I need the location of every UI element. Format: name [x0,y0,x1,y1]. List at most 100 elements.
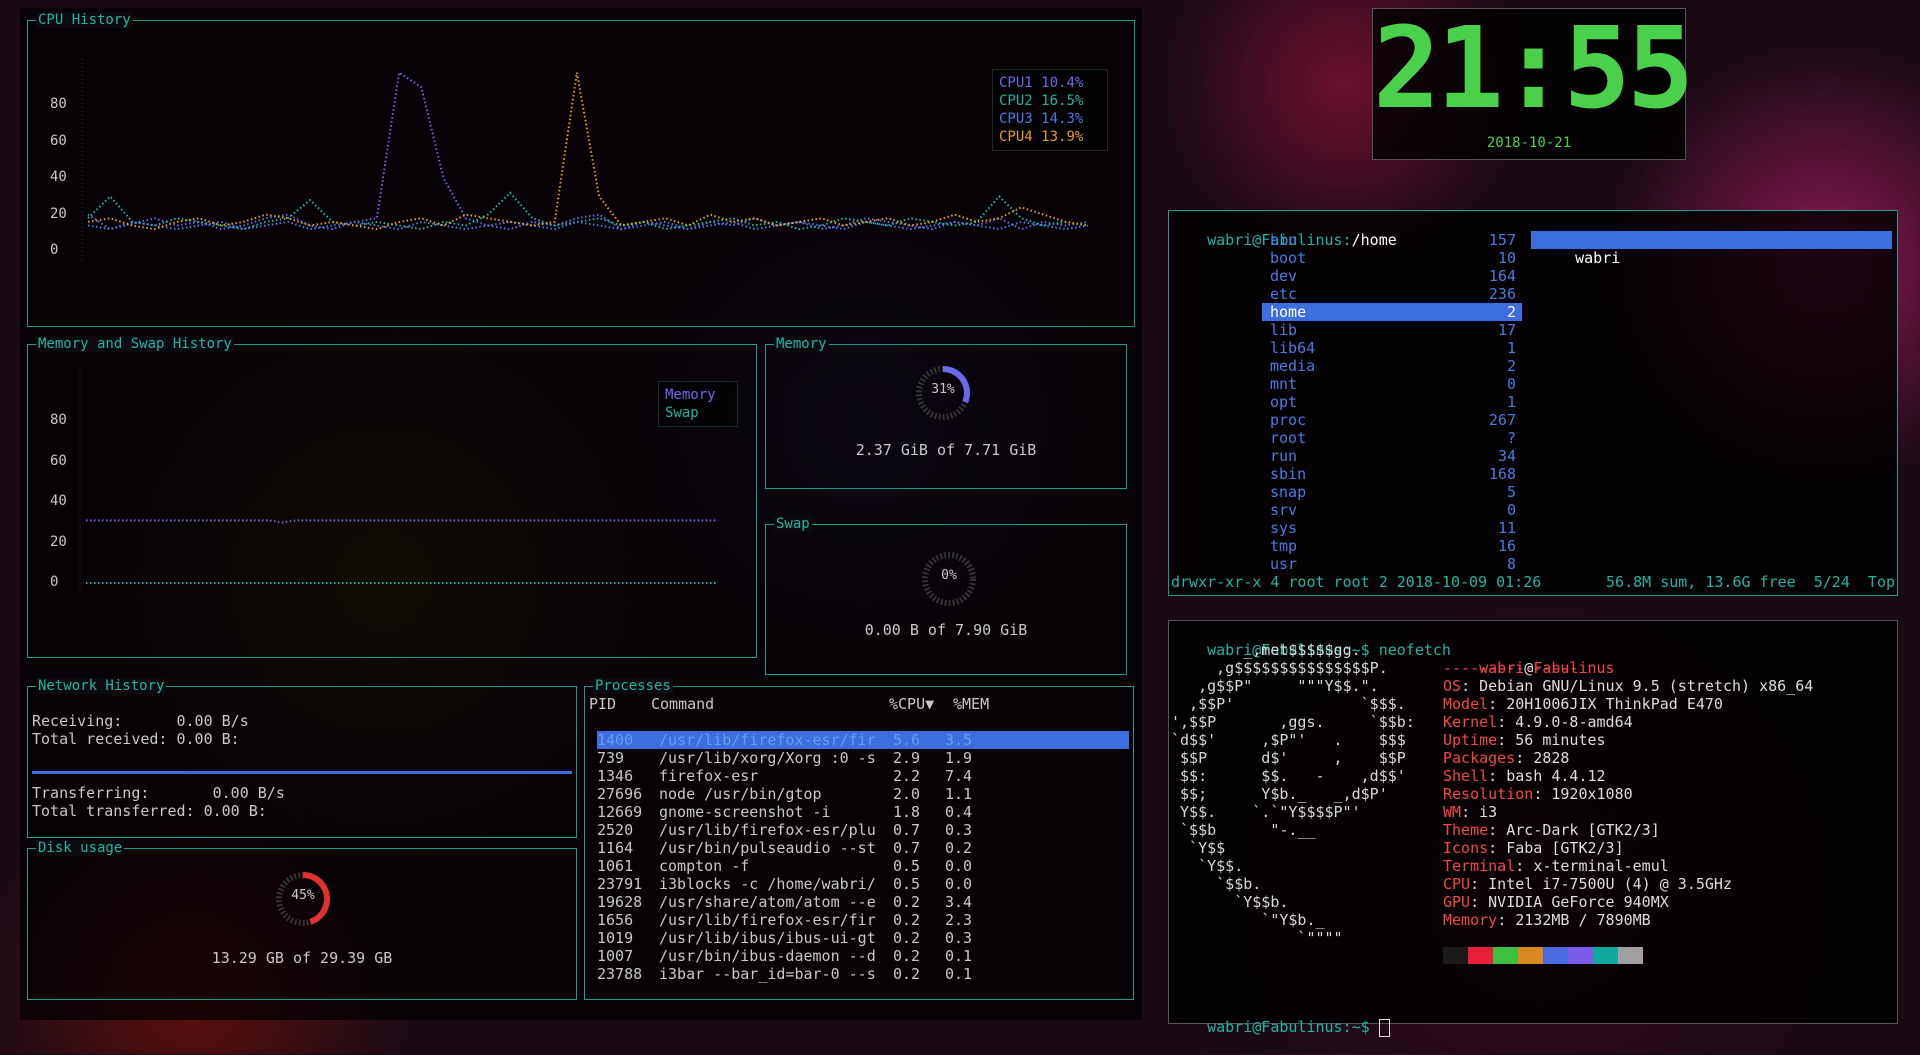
process-row[interactable]: 1400/usr/lib/firefox-esr/fir 5.6 3.5 [597,731,1129,749]
swap-detail: 0.00 B of 7.90 GiB [864,621,1028,639]
neofetch-info-colon: : [1497,911,1516,929]
process-row[interactable]: 1061 compton -f 0.5 0.0 [597,857,1129,875]
ranger-entry[interactable]: boot 10 [1262,249,1522,267]
ranger-entry-count: 164 [1488,267,1516,285]
process-mem: 0.1 [945,947,973,965]
process-mem: 0.4 [945,803,973,821]
process-pid: 23791 [597,875,643,893]
proc-header-cpu[interactable]: %CPU▼ [889,695,934,713]
ranger-entry[interactable]: run 34 [1262,447,1522,465]
ranger-entry-count: 157 [1488,231,1516,249]
ranger-entry[interactable]: bin 157 [1262,231,1522,249]
process-row[interactable]: 1007/usr/bin/ibus-daemon --d 0.2 0.1 [597,947,1129,965]
ranger-entry[interactable]: dev 164 [1262,267,1522,285]
process-row[interactable]: 2520/usr/lib/firefox-esr/plu 0.7 0.3 [597,821,1129,839]
ranger-entry[interactable]: etc 236 [1262,285,1522,303]
color-palette [1443,947,1643,964]
terminal-prompt-2: wabri@Fabulinus:~$ [1171,1000,1390,1037]
neofetch-info-row: Terminal: x-terminal-emul [1443,857,1669,875]
neofetch-info-value: 2132MB / 7890MB [1515,911,1651,929]
ranger-preview-entry[interactable]: wabri [1531,231,1892,267]
proc-header-mem[interactable]: %MEM [953,695,989,713]
process-mem: 3.4 [945,893,973,911]
process-mem: 3.5 [945,731,973,749]
proc-header-command[interactable]: Command [651,695,714,713]
process-mem: 0.0 [945,875,973,893]
ranger-path: wabri@Fabulinus:/home [1171,213,1397,249]
ranger-entry-count: 11 [1497,519,1516,537]
cpu-legend-row: CPU1 10.4% [999,74,1101,92]
process-row[interactable]: 27696 node /usr/bin/gtop 2.0 1.1 [597,785,1129,803]
process-command: /usr/lib/ibus/ibus-ui-gt [659,929,876,947]
process-row[interactable]: 1346 firefox-esr 2.2 7.4 [597,767,1129,785]
ranger-entry[interactable]: lib 17 [1262,321,1522,339]
process-cpu: 5.6 [893,731,921,749]
process-row[interactable]: 1164/usr/bin/pulseaudio --st 0.7 0.2 [597,839,1129,857]
ranger-window: wabri@Fabulinus:/home bin 157 boot 10 dev 164… [1168,210,1898,596]
process-command: /usr/bin/pulseaudio --st [659,839,876,857]
ascii-logo-line: `d$$' ,$P"' . $$$ [1171,731,1406,749]
memory-detail: 2.37 GiB of 7.71 GiB [855,441,1037,459]
ranger-entry[interactable]: media 2 [1262,357,1522,375]
ranger-entry[interactable]: srv 0 [1262,501,1522,519]
process-row[interactable]: 1656/usr/lib/firefox-esr/fir 0.2 2.3 [597,911,1129,929]
ascii-logo-line: $$; Y$b._ _,d$P' [1171,785,1388,803]
process-row[interactable]: 23791 i3blocks -c /home/wabri/0.5 0.0 [597,875,1129,893]
ranger-entry[interactable]: proc 267 [1262,411,1522,429]
process-cpu: 0.2 [893,911,921,929]
ascii-logo-line: `Y$$. [1171,857,1244,875]
neofetch-info-key: Uptime [1443,731,1498,749]
process-row[interactable]: 12669 gnome-screenshot -i 1.8 0.4 [597,803,1129,821]
swap-gauge: 0% [914,549,984,609]
ranger-entry-name: tmp [1270,537,1298,555]
ranger-entry[interactable]: snap 5 [1262,483,1522,501]
ranger-entry-name: mnt [1270,375,1298,393]
neofetch-info-colon: : [1533,785,1552,803]
process-cpu: 2.9 [893,749,921,767]
ranger-entry[interactable]: sbin 168 [1262,465,1522,483]
ranger-entry[interactable]: usr 8 [1262,555,1522,573]
terminal-window[interactable]: wabri@Fabulinus:~$ neofetch _,met$$$$$gg… [1168,620,1898,1037]
ranger-entry-name: usr [1270,555,1298,573]
process-row[interactable]: 739/usr/lib/xorg/Xorg :0 -s 2.9 1.9 [597,749,1129,767]
neofetch-info-row: Uptime: 56 minutes [1443,731,1606,749]
neofetch-info-colon: : [1488,695,1507,713]
ranger-entry-name: dev [1270,267,1298,285]
neofetch-info-row: Kernel: 4.9.0-8-amd64 [1443,713,1633,731]
net-total-transferred: Total transferred: 0.00 B: [32,802,267,820]
ranger-entry[interactable]: home 2 [1262,303,1522,321]
swap-title: Swap [774,516,812,532]
neofetch-info-key: Shell [1443,767,1489,785]
process-command: i3blocks -c /home/wabri/ [659,875,876,893]
process-pid: 1656 [597,911,634,929]
mem-legend-memory: Memory [665,387,716,403]
proc-header-pid[interactable]: PID [589,695,616,713]
process-mem: 1.9 [945,749,973,767]
ranger-entry[interactable]: sys 11 [1262,519,1522,537]
ranger-entry-count: 0 [1506,375,1516,393]
ranger-entry-name: snap [1270,483,1307,501]
memory-gauge: 31% [908,363,978,423]
neofetch-info-value: Debian GNU/Linux 9.5 (stretch) x86_64 [1479,677,1814,695]
process-row[interactable]: 23788 i3bar --bar_id=bar-0 --s 0.2 0.1 [597,965,1129,983]
cpu-legend-row: CPU4 13.9% [999,128,1101,146]
cpu-legend-value: 16.5% [1041,93,1084,109]
process-cpu: 0.2 [893,965,921,983]
cpu-legend-name: CPU4 [999,129,1033,145]
ranger-entry[interactable]: lib64 1 [1262,339,1522,357]
process-row[interactable]: 1019/usr/lib/ibus/ibus-ui-gt 0.2 0.3 [597,929,1129,947]
process-command: /usr/lib/firefox-esr/plu [659,821,876,839]
neofetch-info-value: 1920x1080 [1551,785,1633,803]
ranger-entry[interactable]: root? [1262,429,1522,447]
ranger-entry-name: bin [1270,231,1298,249]
process-row[interactable]: 19628/usr/share/atom/atom --e 0.2 3.4 [597,893,1129,911]
neofetch-info-row: Memory: 2132MB / 7890MB [1443,911,1651,929]
ranger-entry[interactable]: opt 1 [1262,393,1522,411]
neofetch-info-row: Model: 20H1006JIX ThinkPad E470 [1443,695,1723,713]
ranger-entry-name: lib [1270,321,1298,339]
neofetch-info-row: GPU: NVIDIA GeForce 940MX [1443,893,1669,911]
ranger-entry[interactable]: mnt 0 [1262,375,1522,393]
cpu-legend-row: CPU2 16.5% [999,92,1101,110]
ranger-entry[interactable]: tmp 16 [1262,537,1522,555]
ascii-logo-line: `Y$$ [1171,839,1226,857]
